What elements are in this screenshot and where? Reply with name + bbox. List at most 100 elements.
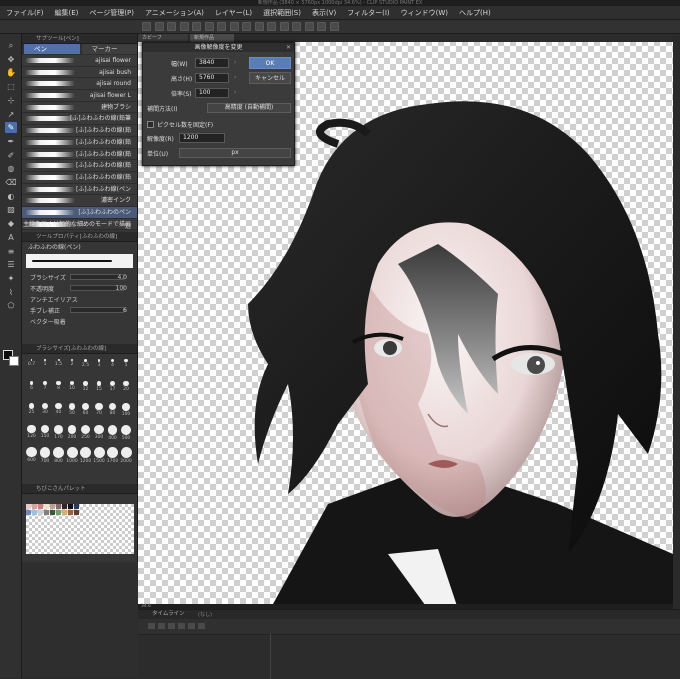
palette-swatch[interactable] <box>74 504 79 509</box>
brush-item[interactable]: [ふ]ふわふわの線(鉛筆 <box>22 113 137 126</box>
menu-item-1[interactable]: 編集(E) <box>55 8 79 18</box>
canvas-vertical-scrollbar[interactable] <box>673 34 680 609</box>
brush-size-preset[interactable]: 10 <box>66 380 79 398</box>
brush-size-preset[interactable]: 1.5 <box>52 358 65 376</box>
property-slider[interactable] <box>70 307 124 313</box>
brush-item[interactable]: [ふ]ふわふわの線(鉛 <box>22 136 137 149</box>
height-input[interactable]: 5760 <box>195 73 229 83</box>
menu-item-0[interactable]: ファイル(F) <box>6 8 44 18</box>
brush-size-preset[interactable]: 20 <box>120 380 133 398</box>
airbrush-icon[interactable]: ◍ <box>5 163 17 174</box>
menu-item-2[interactable]: ページ管理(P) <box>89 8 134 18</box>
brush-size-preset[interactable]: 1 <box>39 358 52 376</box>
menu-item-4[interactable]: レイヤー(L) <box>215 8 252 18</box>
brush-size-preset[interactable]: 12 <box>79 380 92 398</box>
brush-size-preset[interactable]: 6 <box>25 380 38 398</box>
timeline-last-frame-icon[interactable] <box>188 623 195 629</box>
blend-icon[interactable]: ◐ <box>5 191 17 202</box>
palette-swatch[interactable] <box>26 504 31 509</box>
close-icon[interactable]: ✕ <box>286 43 291 52</box>
width-chevron-icon[interactable]: › <box>234 59 236 66</box>
brush-size-preset[interactable]: 700 <box>39 446 52 464</box>
brush-item[interactable]: [ふ]ふわふわの線(鉛 <box>22 160 137 172</box>
palette-swatch[interactable] <box>56 504 61 509</box>
brush-item[interactable]: 建物ブラシ <box>22 101 137 114</box>
brush-size-preset[interactable]: 8 <box>52 380 65 398</box>
command-icon[interactable] <box>292 22 301 31</box>
brush-size-preset[interactable]: 600 <box>25 446 38 464</box>
resolution-input[interactable]: 1200 <box>179 133 225 143</box>
brush-item[interactable]: [ふ]ふわふわの線(鉛 <box>22 171 137 184</box>
timeline-first-frame-icon[interactable] <box>148 623 155 629</box>
correct-line-icon[interactable]: ✦ <box>5 273 17 284</box>
subtab-pen[interactable]: ペン <box>24 44 80 54</box>
command-icon[interactable] <box>229 22 239 31</box>
command-icon[interactable] <box>242 22 251 31</box>
unit-select[interactable]: px <box>179 148 291 158</box>
property-slider[interactable] <box>70 274 124 280</box>
brush-size-preset[interactable]: 250 <box>79 424 92 442</box>
pencil-icon[interactable]: ✒ <box>5 136 17 147</box>
brush-size-preset[interactable]: 5 <box>120 358 133 376</box>
command-icon[interactable] <box>142 22 151 31</box>
brush-size-preset[interactable]: 40 <box>52 402 65 420</box>
zoom-icon[interactable]: ⌕ <box>5 40 17 51</box>
brush-item[interactable]: [ふ]ふわふわの線(鉛 <box>22 125 137 137</box>
menu-item-6[interactable]: 表示(V) <box>312 8 336 18</box>
brush-item[interactable]: [ふ]ふわふわの線(鉛 <box>22 148 137 161</box>
brush-size-preset[interactable]: 80 <box>106 402 119 420</box>
timeline-prev-frame-icon[interactable] <box>158 623 165 629</box>
sub-color-swatch[interactable] <box>9 356 19 366</box>
timeline-play-icon[interactable] <box>168 623 175 629</box>
command-icon[interactable] <box>217 22 226 31</box>
brush-size-preset[interactable]: 300 <box>93 424 106 442</box>
brush-size-preset[interactable]: 150 <box>39 424 52 442</box>
interpolation-select[interactable]: 高精度 (自動補間) <box>207 103 291 113</box>
command-icon[interactable] <box>317 22 326 31</box>
brush-size-preset[interactable]: 400 <box>106 424 119 442</box>
palette-swatch[interactable] <box>32 510 37 515</box>
palette-swatch[interactable] <box>74 510 79 515</box>
brush-item[interactable]: ajisai bush <box>22 66 137 79</box>
select-icon[interactable]: ⬚ <box>5 81 17 92</box>
menu-item-7[interactable]: フィルター(I) <box>347 8 389 18</box>
brush-size-preset[interactable]: 800 <box>52 446 65 464</box>
command-icon[interactable] <box>167 22 176 31</box>
palette-swatch[interactable] <box>68 510 73 515</box>
brush-size-preset[interactable]: 50 <box>66 402 79 420</box>
brush-size-preset[interactable]: 0.7 <box>25 358 38 376</box>
command-icon[interactable] <box>304 22 314 31</box>
hand-icon[interactable]: ✋ <box>5 67 17 78</box>
brush-item[interactable]: 主線を引く付加的な細めのモードで描画 <box>22 218 137 231</box>
palette-swatch[interactable] <box>68 504 73 509</box>
color-palette-grid[interactable] <box>26 504 134 554</box>
palette-swatch[interactable] <box>56 510 61 515</box>
palette-swatch[interactable] <box>62 504 67 509</box>
canvas-tab-1[interactable]: カビーフ <box>138 34 188 42</box>
palette-swatch[interactable] <box>50 504 55 509</box>
text-icon[interactable]: A <box>5 232 17 243</box>
brush-size-preset[interactable]: 100 <box>120 402 133 420</box>
brush-size-preset[interactable]: 7 <box>39 380 52 398</box>
frame-icon[interactable]: ≡ <box>5 246 17 257</box>
eyedropper-icon[interactable]: ↗ <box>5 109 17 120</box>
brush-size-preset[interactable]: 1700 <box>106 446 119 464</box>
gradient-icon[interactable]: ◆ <box>5 218 17 229</box>
subtab-marker[interactable]: マーカー <box>81 44 137 54</box>
timeline-track-area[interactable] <box>138 634 680 679</box>
command-icon[interactable] <box>279 22 289 31</box>
menu-item-5[interactable]: 選択範囲(S) <box>263 8 301 18</box>
palette-swatch[interactable] <box>38 510 43 515</box>
command-icon[interactable] <box>204 22 214 31</box>
brush-size-preset[interactable]: 1000 <box>66 446 79 464</box>
brush-item[interactable]: ajisai round <box>22 78 137 91</box>
command-icon[interactable] <box>192 22 201 31</box>
brush-size-preset[interactable]: 17 <box>106 380 119 398</box>
brush-size-preset[interactable]: 4 <box>106 358 119 376</box>
brush-size-preset[interactable]: 170 <box>52 424 65 442</box>
command-icon[interactable] <box>254 22 264 31</box>
ruler-icon[interactable]: ☰ <box>5 259 17 270</box>
canvas-tab-2[interactable]: 新規作品 <box>190 34 234 42</box>
brush-item[interactable]: ajisai flower <box>22 55 137 67</box>
brush-item[interactable]: ajisai flower L <box>22 90 137 102</box>
